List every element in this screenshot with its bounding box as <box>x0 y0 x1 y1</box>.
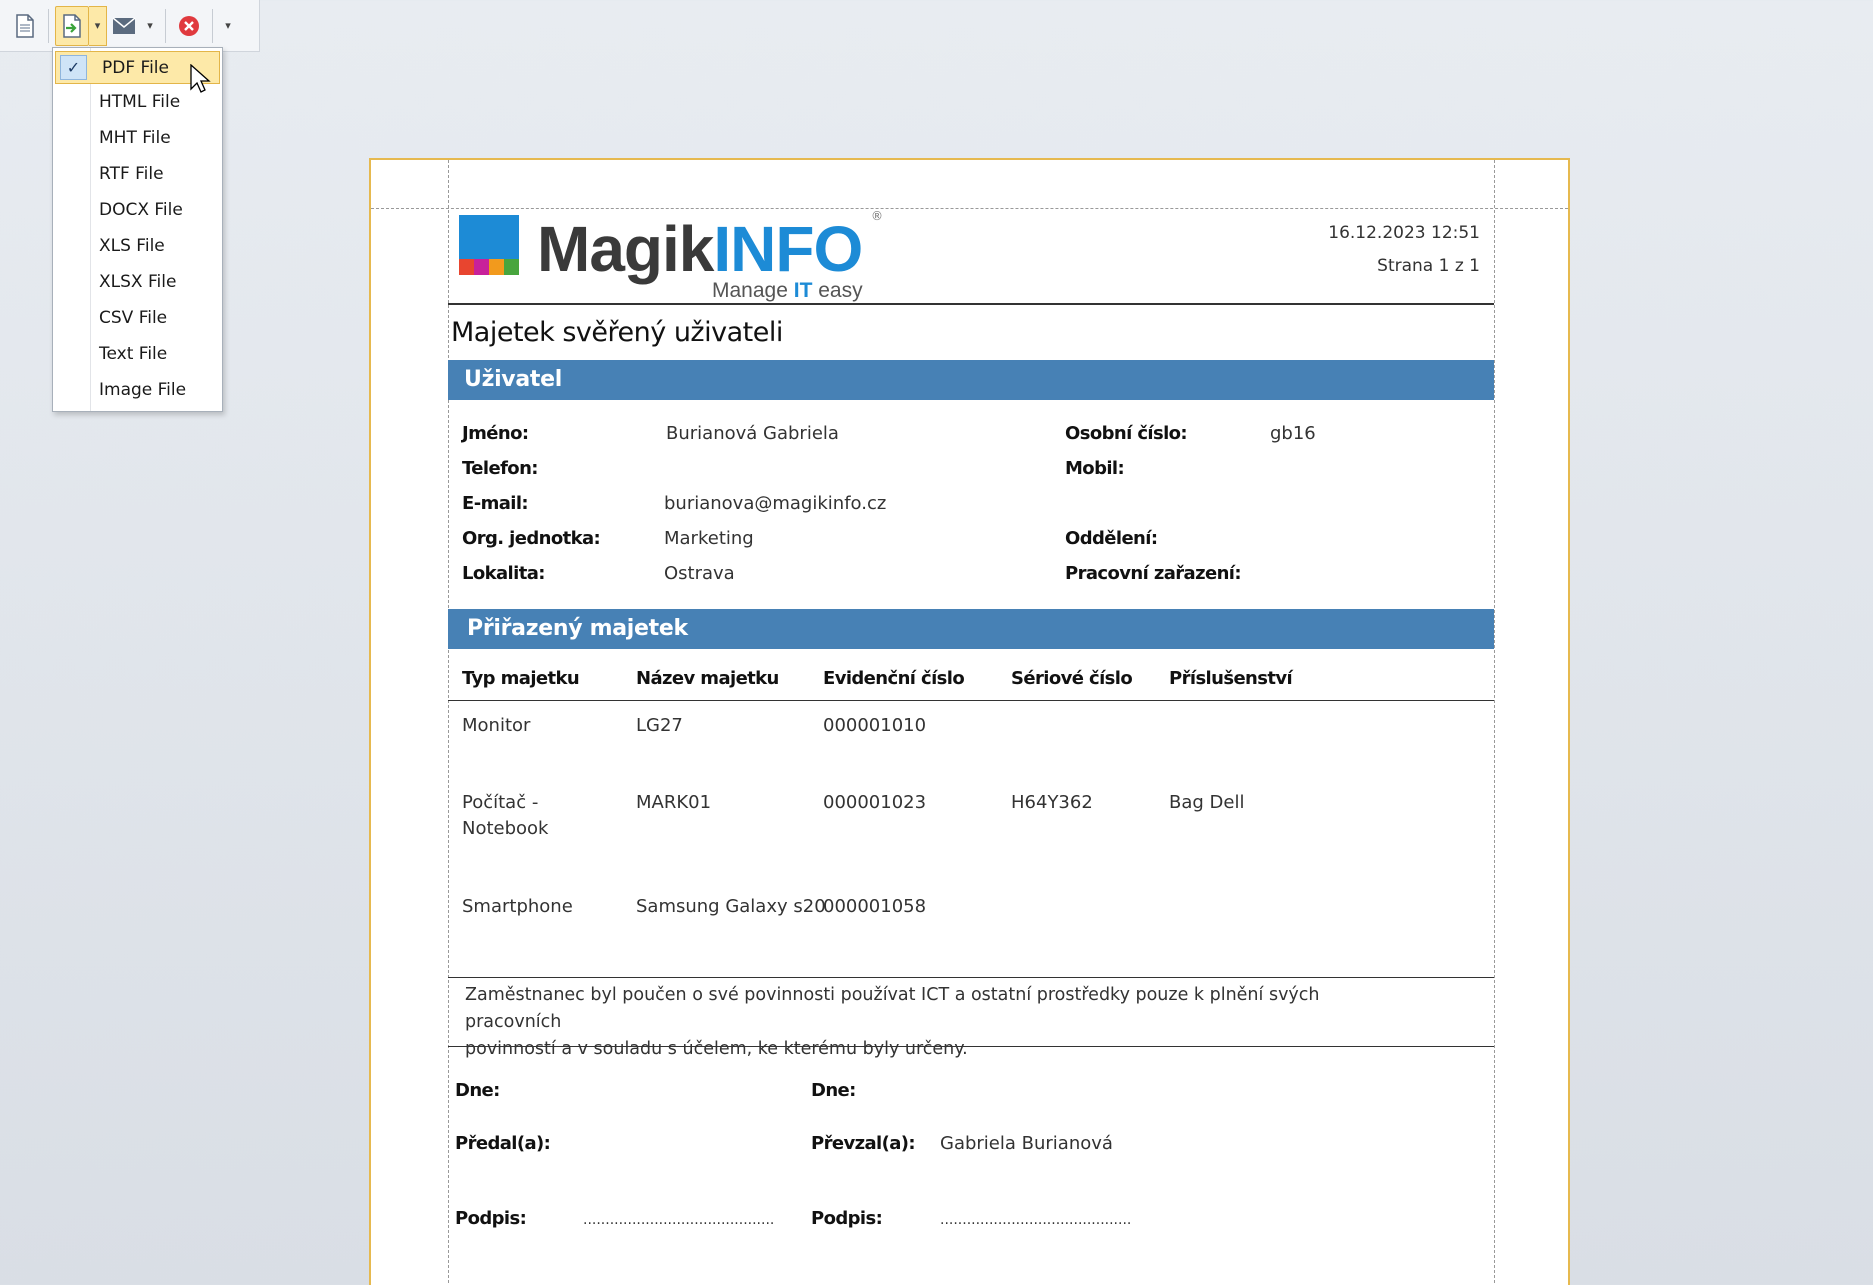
menu-item-docx[interactable]: DOCX File <box>53 192 222 228</box>
name-label: Jméno: <box>462 423 529 444</box>
document-icon <box>16 13 34 38</box>
receive-signature-label: Podpis: <box>811 1208 883 1229</box>
close-preview-button[interactable] <box>172 6 206 46</box>
checkmark-icon: ✓ <box>60 55 87 80</box>
page-number: Strana 1 z 1 <box>1377 256 1480 276</box>
new-document-button[interactable] <box>8 6 42 46</box>
received-by-label: Převzal(a): <box>811 1133 916 1154</box>
location-value: Ostrava <box>664 563 735 584</box>
receive-date-label: Dne: <box>811 1080 856 1101</box>
magikinfo-logo: MagikINFO ® Manage IT easy <box>459 209 883 302</box>
org-unit-value: Marketing <box>664 528 754 549</box>
received-by-name: Gabriela Burianová <box>940 1133 1113 1154</box>
margin-guide <box>448 160 449 1285</box>
menu-item-xlsx[interactable]: XLSX File <box>53 264 222 300</box>
asset-accessories: Bag Dell <box>1169 792 1245 813</box>
position-label: Pracovní zařazení: <box>1065 563 1242 584</box>
menu-item-label: Text File <box>99 344 168 364</box>
mobile-label: Mobil: <box>1065 458 1125 479</box>
handover-signature-line: ........................................… <box>583 1212 775 1228</box>
logo-squares-icon <box>459 215 519 275</box>
asset-type: Smartphone <box>462 896 573 917</box>
asset-inventory-number: 000001023 <box>823 792 927 813</box>
department-label: Oddělení: <box>1065 528 1158 549</box>
menu-item-image[interactable]: Image File <box>53 372 222 408</box>
asset-inventory-number: 000001058 <box>823 896 927 917</box>
personal-number-label: Osobní číslo: <box>1065 423 1188 444</box>
menu-item-label: MHT File <box>99 128 171 148</box>
report-timestamp: 16.12.2023 12:51 <box>1328 223 1480 243</box>
email-button[interactable] <box>107 6 141 46</box>
column-header-serial-number: Sériové číslo <box>1011 668 1133 689</box>
report-page: MagikINFO ® Manage IT easy 16.12.2023 12… <box>369 158 1570 1285</box>
registered-mark: ® <box>871 209 883 223</box>
menu-item-xls[interactable]: XLS File <box>53 228 222 264</box>
receive-signature-line: ........................................… <box>940 1212 1132 1228</box>
menu-item-label: PDF File <box>102 57 169 78</box>
asset-type-line: Počítač - <box>462 792 539 813</box>
menu-item-label: XLSX File <box>99 272 177 292</box>
preview-toolbar: ▾ ▾ ▾ <box>0 0 260 52</box>
notice-divider <box>448 1046 1494 1047</box>
toolbar-separator <box>48 8 49 43</box>
email-icon <box>112 16 136 34</box>
employee-notice: Zaměstnanec byl poučen o své povinnosti … <box>465 982 1405 1063</box>
section-header-user: Uživatel <box>448 360 1494 400</box>
report-header-info: 16.12.2023 12:51 Strana 1 z 1 <box>1328 217 1480 283</box>
table-header-divider <box>448 700 1494 701</box>
menu-item-label: XLS File <box>99 236 165 256</box>
menu-item-label: Image File <box>99 380 187 400</box>
column-header-name: Název majetku <box>636 668 779 689</box>
column-header-accessories: Příslušenství <box>1169 668 1293 689</box>
close-icon <box>179 15 199 36</box>
asset-type: Monitor <box>462 715 531 736</box>
email-label: E-mail: <box>462 493 529 514</box>
asset-inventory-number: 000001010 <box>823 715 927 736</box>
asset-serial-number: H64Y362 <box>1011 792 1093 813</box>
export-format-menu: ✓ PDF File HTML File MHT File RTF File D… <box>52 47 223 412</box>
table-footer-divider <box>448 977 1494 978</box>
margin-guide <box>371 208 1568 209</box>
mouse-cursor-icon <box>190 64 211 93</box>
asset-name: Samsung Galaxy s20 <box>636 896 826 917</box>
toolbar-separator <box>212 8 213 43</box>
asset-name: MARK01 <box>636 792 712 813</box>
handover-date-label: Dne: <box>455 1080 500 1101</box>
header-divider <box>448 303 1494 305</box>
margin-guide <box>1494 160 1495 1285</box>
name-value: Burianová Gabriela <box>666 423 839 444</box>
export-dropdown-arrow[interactable]: ▾ <box>89 5 107 46</box>
logo-wordmark: MagikINFO <box>537 213 863 285</box>
menu-item-rtf[interactable]: RTF File <box>53 156 222 192</box>
column-header-inventory-number: Evidenční číslo <box>823 668 965 689</box>
menu-item-mht[interactable]: MHT File <box>53 120 222 156</box>
org-unit-label: Org. jednotka: <box>462 528 601 549</box>
handed-by-label: Předal(a): <box>455 1133 551 1154</box>
email-value: burianova@magikinfo.cz <box>664 493 887 514</box>
handover-signature-label: Podpis: <box>455 1208 527 1229</box>
export-icon <box>63 13 81 38</box>
report-title: Majetek svěřený uživateli <box>451 317 783 348</box>
location-label: Lokalita: <box>462 563 545 584</box>
menu-item-label: DOCX File <box>99 200 183 220</box>
menu-item-label: CSV File <box>99 308 168 328</box>
toolbar-separator <box>165 8 166 43</box>
asset-name: LG27 <box>636 715 683 736</box>
notice-line: Zaměstnanec byl poučen o své povinnosti … <box>465 985 1320 1032</box>
menu-item-csv[interactable]: CSV File <box>53 300 222 336</box>
email-dropdown-arrow[interactable]: ▾ <box>141 6 159 46</box>
menu-item-text[interactable]: Text File <box>53 336 222 372</box>
toolbar-options-arrow[interactable]: ▾ <box>219 6 237 46</box>
menu-item-label: RTF File <box>99 164 164 184</box>
logo-tagline: Manage IT easy <box>712 279 863 302</box>
asset-type: Počítač - Notebook <box>462 790 548 842</box>
export-button[interactable] <box>55 5 89 46</box>
phone-label: Telefon: <box>462 458 538 479</box>
notice-line: povinností a v souladu s účelem, ke kter… <box>465 1039 968 1059</box>
column-header-type: Typ majetku <box>462 668 580 689</box>
menu-item-label: HTML File <box>99 92 181 112</box>
asset-type-line: Notebook <box>462 818 549 839</box>
personal-number-value: gb16 <box>1270 423 1316 444</box>
section-header-assets: Přiřazený majetek <box>448 609 1494 649</box>
